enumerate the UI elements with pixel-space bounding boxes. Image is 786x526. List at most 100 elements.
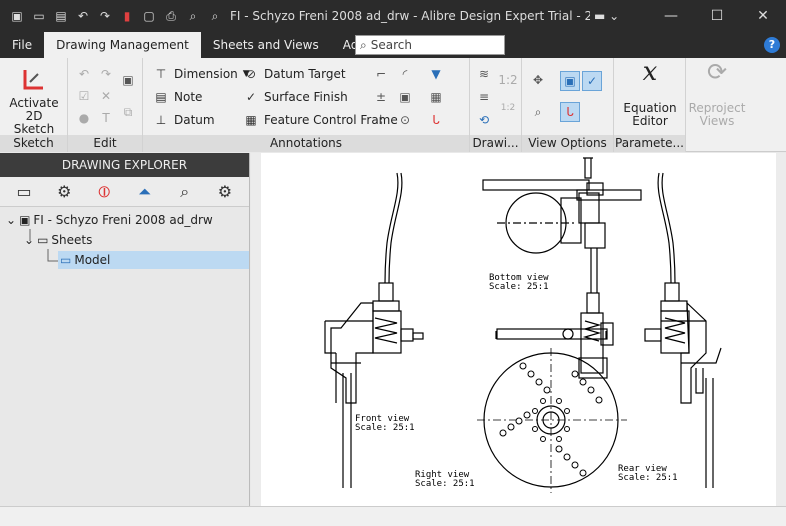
tab-file[interactable]: File: [0, 32, 44, 58]
undo-icon[interactable]: ↶: [76, 66, 92, 82]
datum-target-button[interactable]: ⊘ Datum Target: [243, 66, 346, 82]
scale-label: 1:2: [498, 73, 518, 87]
center-line-icon[interactable]: ±: [373, 89, 389, 105]
title-dropdown-icon[interactable]: ▬ ⌄: [594, 9, 619, 23]
new-file-icon[interactable]: ▭: [30, 7, 48, 25]
dimension-button[interactable]: ⊤ Dimension ▼: [153, 66, 250, 82]
rear-view-scale: Scale: 25:1: [618, 473, 678, 483]
group-label-edit: Edit: [68, 135, 142, 152]
hatch-icon[interactable]: ▣: [397, 89, 413, 105]
search-tool-icon[interactable]: ⌕: [206, 7, 224, 25]
reproject-views-button[interactable]: ⟳ Reproject Views: [686, 60, 748, 128]
find-icon[interactable]: ⌕: [173, 182, 197, 202]
zoom-tool-icon[interactable]: ⌕: [184, 7, 202, 25]
group-view-options: ✥ ⌕ ▣ ✓ ᒐ View Options: [522, 58, 614, 152]
redo-icon[interactable]: ↷: [96, 7, 114, 25]
drawing-sheet[interactable]: Bottom view Scale: 25:1 Front view Scale…: [261, 153, 776, 506]
surface-finish-label: Surface Finish: [264, 90, 348, 104]
design-icon[interactable]: ⦶: [92, 182, 116, 202]
paste-icon[interactable]: ▣: [120, 72, 136, 88]
weld-icon[interactable]: ⌇: [373, 112, 389, 128]
maximize-button[interactable]: ☐: [694, 0, 740, 32]
sheet-icon[interactable]: ▭: [12, 182, 36, 201]
dimension-label: Dimension: [174, 67, 238, 81]
model-sheet-icon: ▭: [60, 253, 72, 267]
view-curve-icon[interactable]: ᒐ: [560, 102, 580, 122]
note-button[interactable]: ▤ Note: [153, 89, 202, 105]
datum-button[interactable]: ⊥ Datum: [153, 112, 215, 128]
group-edit: ↶ ↷ ▣ ☑ ✕ ● T ⧉ Edit: [68, 58, 143, 152]
surface-finish-button[interactable]: ✓ Surface Finish: [243, 89, 348, 105]
text-edit-icon[interactable]: T: [98, 110, 114, 126]
datum-label: Datum: [174, 113, 215, 127]
feature-control-frame-icon: ▦: [245, 113, 257, 127]
stack-icon[interactable]: ≋: [476, 66, 492, 82]
tree-root-label: FI - Schyzo Freni 2008 ad_drw: [33, 213, 213, 227]
group-label-parameters: Paramete...: [614, 135, 685, 152]
explorer-toolbar: ▭ ⚙ ⦶ ⏶ ⌕ ⚙: [0, 177, 249, 207]
datum-target-icon: ⊘: [245, 67, 257, 81]
tree-model-label: Model: [74, 253, 111, 267]
align-icon[interactable]: ≡: [476, 89, 492, 105]
group-drawing: ≋ 1:2 ≡ 1:2 ⟲ Drawi...: [470, 58, 522, 152]
settings-icon[interactable]: ⚙: [213, 182, 237, 201]
bottom-view-scale: Scale: 25:1: [489, 282, 549, 292]
tree-node-model[interactable]: ▭ Model: [58, 251, 249, 269]
group-label-drawing: Drawi...: [470, 135, 521, 152]
group-label-view-options: View Options: [522, 135, 613, 152]
help-icon[interactable]: ?: [764, 37, 780, 53]
curve-icon[interactable]: ᒐ: [428, 112, 444, 128]
arc-icon[interactable]: ◜: [397, 66, 413, 82]
point-icon[interactable]: ●: [76, 110, 92, 126]
activate-2d-sketch-label: Activate 2D Sketch: [9, 96, 59, 136]
pdf-icon[interactable]: ▮: [118, 7, 136, 25]
print-icon[interactable]: ⎙: [162, 7, 180, 25]
note-icon: ▤: [155, 90, 167, 104]
update-icon[interactable]: ⟲: [476, 112, 492, 128]
group-label-annotations: Annotations: [143, 135, 469, 152]
center-mark-icon[interactable]: ⌐: [373, 66, 389, 82]
zoom-icon[interactable]: ⌕: [530, 104, 546, 120]
group-sketch: Activate 2D Sketch Sketch: [0, 58, 68, 152]
select-icon[interactable]: ☑: [76, 88, 92, 104]
explorer-tree: ⌄ ▣ FI - Schyzo Freni 2008 ad_drw ⌄ ▭ Sh…: [0, 207, 249, 505]
window-title: FI - Schyzo Freni 2008 ad_drw - Alibre D…: [230, 9, 590, 23]
search-input[interactable]: ⌕ Search: [355, 35, 505, 55]
copy-icon[interactable]: ⧉: [120, 104, 136, 120]
explorer-header: DRAWING EXPLORER: [0, 153, 249, 177]
minimize-button[interactable]: —: [648, 0, 694, 32]
ribbon: Activate 2D Sketch Sketch ↶ ↷ ▣ ☑ ✕ ● T …: [0, 58, 786, 152]
datum-target-label: Datum Target: [264, 67, 346, 81]
layer-icon[interactable]: ▼: [428, 66, 444, 82]
document-settings-icon[interactable]: ⚙: [52, 182, 76, 201]
preview-icon[interactable]: ▢: [140, 7, 158, 25]
delete-icon[interactable]: ✕: [98, 88, 114, 104]
reproject-views-label: Reproject Views: [688, 101, 746, 128]
group-reproject: ⟳ Reproject Views: [686, 58, 746, 152]
drawing-canvas[interactable]: Bottom view Scale: 25:1 Front view Scale…: [251, 153, 786, 506]
datum-icon: ⊥: [155, 113, 167, 127]
close-button[interactable]: ✕: [740, 0, 786, 32]
tab-drawing-management[interactable]: Drawing Management: [44, 32, 201, 58]
technical-drawing: Bottom view Scale: 25:1 Front view Scale…: [324, 157, 722, 493]
search-placeholder: Search: [370, 38, 412, 52]
table-icon[interactable]: ▦: [428, 89, 444, 105]
equation-editor-button[interactable]: 𝑥 Equation Editor: [618, 59, 682, 128]
undo-icon[interactable]: ↶: [74, 7, 92, 25]
group-label-sketch: Sketch: [0, 135, 67, 152]
activate-2d-sketch-button[interactable]: Activate 2D Sketch: [4, 66, 64, 136]
sketch-icon: [23, 70, 43, 90]
quick-access-toolbar: ▣ ▭ ▤ ↶ ↷ ▮ ▢ ⎙ ⌕ ⌕: [0, 7, 224, 25]
drawing-explorer: DRAWING EXPLORER ▭ ⚙ ⦶ ⏶ ⌕ ⚙ ⌄ ▣ FI - Sc…: [0, 153, 250, 506]
front-view-scale: Scale: 25:1: [355, 423, 415, 433]
view-edit-icon[interactable]: ✓: [582, 71, 602, 91]
save-icon[interactable]: ▤: [52, 7, 70, 25]
dimension-icon: ⊤: [155, 67, 167, 81]
right-view-scale: Scale: 25:1: [415, 479, 475, 489]
view-display-icon[interactable]: ▣: [560, 71, 580, 91]
tab-sheets-and-views[interactable]: Sheets and Views: [201, 32, 331, 58]
move-icon[interactable]: ✥: [530, 72, 546, 88]
balloon-icon[interactable]: ⊙: [397, 112, 413, 128]
redo-icon[interactable]: ↷: [98, 66, 114, 82]
expand-icon[interactable]: ⏶: [133, 182, 157, 202]
